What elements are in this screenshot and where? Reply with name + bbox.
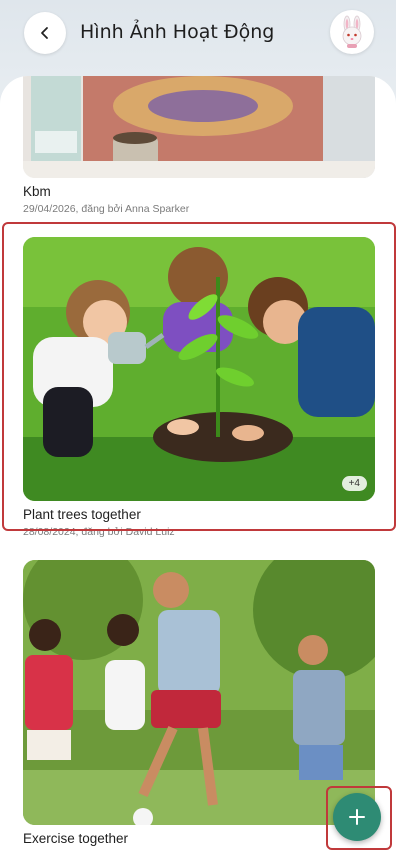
extra-photos-badge: +4 [341,476,367,491]
gallery-list[interactable]: Kbm 29/04/2026, đăng bởi Anna Sparker +4… [0,76,396,858]
chevron-left-icon [41,27,48,39]
post-title: Plant trees together [23,507,141,522]
children-planting-tree-photo[interactable]: +4 [23,237,375,501]
back-button[interactable] [24,12,66,54]
plus-icon [349,809,365,825]
table-with-drinks-photo[interactable] [23,76,375,178]
post-title: Kbm [23,184,51,199]
list-item[interactable]: Exercise together [23,560,375,846]
page-title: Hình Ảnh Hoạt Động [80,21,275,43]
app-header: Hình Ảnh Hoạt Động [0,0,396,80]
children-playing-football-photo[interactable] [23,560,375,825]
bunny-avatar-icon [342,15,362,48]
post-meta: 29/04/2026, đăng bởi Anna Sparker [23,203,190,215]
add-photo-button[interactable] [333,793,381,841]
avatar[interactable] [330,10,374,54]
list-item[interactable]: Kbm 29/04/2026, đăng bởi Anna Sparker [23,76,375,215]
gallery-panel: Kbm 29/04/2026, đăng bởi Anna Sparker +4… [0,76,396,858]
post-meta: 28/08/2024, đăng bởi David Luiz [23,526,175,538]
post-title: Exercise together [23,831,129,846]
list-item[interactable]: +4 Plant trees together 28/08/2024, đăng… [23,237,375,538]
